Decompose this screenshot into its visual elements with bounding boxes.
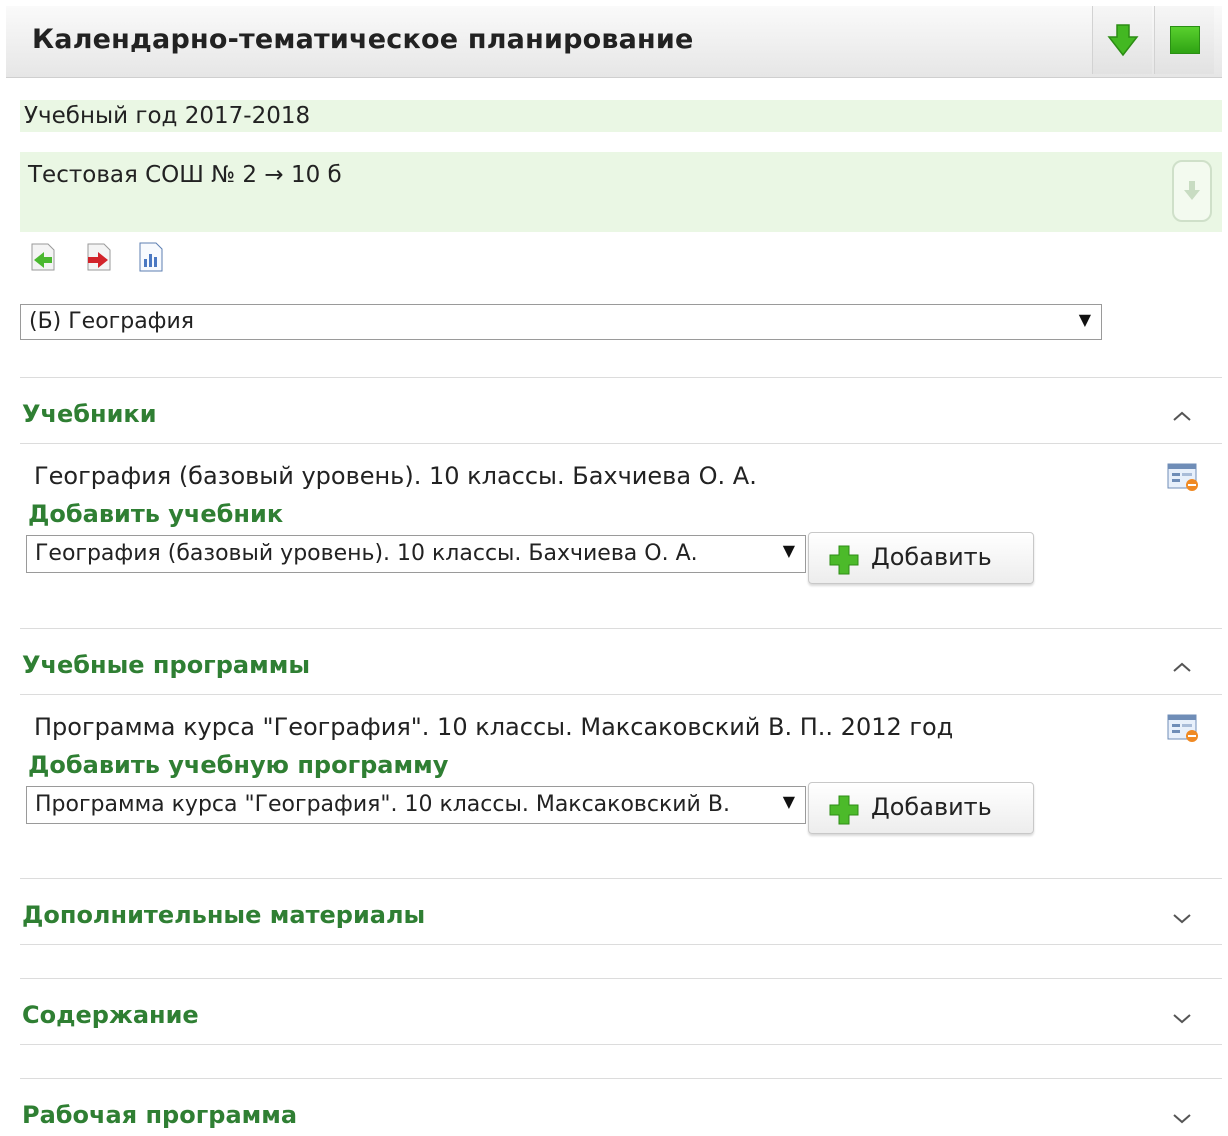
section-divider [20,628,1222,629]
chevron-down-icon[interactable] [1170,1110,1194,1126]
export-button[interactable] [82,240,116,274]
section-title-textbooks[interactable]: Учебники [22,400,157,428]
add-button-label: Добавить [871,543,992,571]
chevron-up-icon[interactable] [1170,408,1194,424]
section-title-content[interactable]: Содержание [22,1001,199,1029]
status-button[interactable] [1154,6,1214,74]
program-item: Программа курса "География". 10 классы. … [34,713,954,741]
plus-icon [829,545,859,575]
dropdown-arrow-icon: ▼ [782,541,795,560]
program-select-value: Программа курса "География". 10 классы. … [35,792,730,817]
program-select[interactable]: Программа курса "География". 10 классы. … [26,786,806,824]
section-divider [20,944,1222,945]
remove-document-icon[interactable] [1166,462,1200,492]
arrow-down-icon [1106,24,1139,57]
remove-document-icon[interactable] [1166,713,1200,743]
report-button[interactable] [134,240,168,274]
section-divider [20,443,1222,444]
expand-school-button[interactable] [1172,160,1212,222]
add-textbook-button[interactable]: Добавить [808,532,1034,584]
add-program-link[interactable]: Добавить учебную программу [28,751,448,779]
academic-year-label: Учебный год 2017-2018 [24,103,311,129]
textbook-select[interactable]: География (базовый уровень). 10 классы. … [26,535,806,573]
download-button[interactable] [1092,6,1152,74]
section-divider [20,978,1222,979]
chevron-down-icon[interactable] [1170,1010,1194,1026]
green-square-icon [1169,26,1200,54]
section-divider [20,878,1222,879]
plus-icon [829,795,859,825]
section-divider [20,377,1222,378]
section-title-programs[interactable]: Учебные программы [22,651,310,679]
section-divider [20,1078,1222,1079]
report-icon [139,242,163,272]
section-divider [20,1044,1222,1045]
add-textbook-link[interactable]: Добавить учебник [28,500,283,528]
dropdown-arrow-icon: ▼ [782,792,795,811]
subject-select-value: (Б) География [29,309,195,334]
page-header: Календарно-тематическое планирование [6,6,1222,78]
school-class-label: Тестовая СОШ № 2 → 10 б [28,162,342,188]
school-class-bar: Тестовая СОШ № 2 → 10 б [20,152,1222,232]
import-icon [31,243,55,271]
import-button[interactable] [26,240,60,274]
textbook-select-value: География (базовый уровень). 10 классы. … [35,541,698,566]
subject-select[interactable]: (Б) География ▼ [20,304,1102,340]
export-icon [87,243,111,271]
section-title-work-program[interactable]: Рабочая программа [22,1101,297,1129]
chevron-down-icon[interactable] [1170,910,1194,926]
add-button-label: Добавить [871,793,992,821]
section-title-extra-materials[interactable]: Дополнительные материалы [22,901,425,929]
section-divider [20,694,1222,695]
chevron-up-icon[interactable] [1170,659,1194,675]
academic-year-bar: Учебный год 2017-2018 [20,100,1222,132]
add-program-button[interactable]: Добавить [808,782,1034,834]
download-icon [1184,181,1200,200]
textbook-item: География (базовый уровень). 10 классы. … [34,462,757,490]
dropdown-arrow-icon: ▼ [1078,310,1091,329]
page-title: Календарно-тематическое планирование [32,24,694,55]
